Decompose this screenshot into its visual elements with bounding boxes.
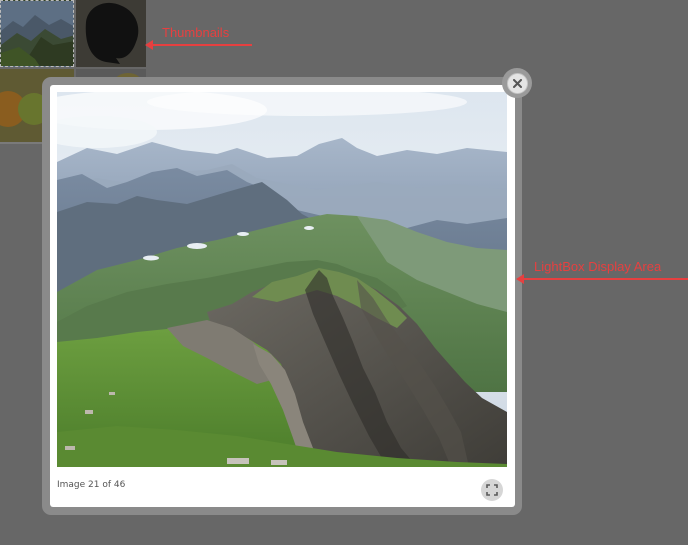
fullscreen-icon — [486, 484, 498, 496]
annotation-line-thumbnails — [152, 44, 252, 46]
lightbox-caption: Image 21 of 46 — [57, 480, 126, 490]
annotation-display-area-label: LightBox Display Area — [534, 259, 662, 274]
close-button-face[interactable] — [506, 72, 528, 94]
lightbox-image[interactable] — [57, 92, 507, 467]
dark-object-thumbnail-icon — [76, 0, 146, 67]
thumbnail-dark-object[interactable] — [76, 0, 146, 67]
lightbox-page: Thumbnails Image 21 of 46 LightBox Displ… — [0, 0, 688, 545]
mountain-landscape-thumbnail-icon — [1, 1, 73, 66]
fullscreen-button[interactable] — [481, 479, 503, 501]
annotation-line-display-area — [523, 278, 688, 280]
close-icon — [512, 78, 522, 88]
thumbnail-mountain[interactable] — [0, 0, 74, 67]
annotation-thumbnails-label: Thumbnails — [162, 25, 230, 40]
mountain-landscape-image-icon — [57, 92, 507, 467]
close-button[interactable] — [502, 68, 532, 98]
